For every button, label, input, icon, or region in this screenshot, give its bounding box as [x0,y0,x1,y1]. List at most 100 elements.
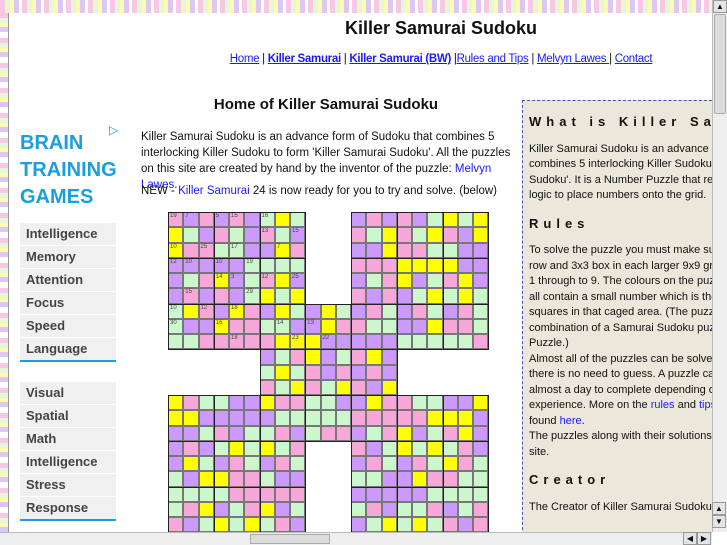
puzzle-cell[interactable] [442,257,458,274]
puzzle-cell[interactable] [457,212,474,228]
puzzle-cell[interactable] [213,334,230,350]
puzzle-cell[interactable] [213,303,230,319]
puzzle-cell[interactable] [290,440,306,457]
puzzle-cell[interactable] [274,364,291,380]
puzzle-cell[interactable] [396,410,413,426]
puzzle-cell[interactable]: 7 [183,212,199,228]
puzzle-cell[interactable] [320,303,336,319]
puzzle-cell[interactable] [366,501,382,518]
panel-scroll-up-icon[interactable]: ▲ [712,502,726,515]
puzzle-cell[interactable] [229,410,245,426]
puzzle-cell[interactable] [457,242,474,258]
puzzle-cell[interactable] [366,471,382,487]
puzzle-cell[interactable] [412,456,428,472]
puzzle-cell[interactable] [351,379,367,396]
puzzle-cell[interactable] [457,456,474,472]
puzzle-cell[interactable] [274,517,291,532]
puzzle-cell[interactable] [305,364,321,380]
puzzle-cell[interactable] [351,517,367,532]
killer-samurai-link[interactable]: Killer Samurai [178,185,250,197]
puzzle-cell[interactable]: 16 [259,212,275,228]
puzzle-cell[interactable] [381,501,397,518]
puzzle-cell[interactable] [274,425,291,441]
puzzle-cell[interactable] [335,364,352,380]
puzzle-cell[interactable] [213,425,230,441]
puzzle-cell[interactable] [168,395,184,411]
puzzle-cell[interactable] [442,440,458,457]
puzzle-cell[interactable] [183,334,199,350]
puzzle-cell[interactable] [442,288,458,304]
puzzle-cell[interactable] [244,486,260,502]
puzzle-cell[interactable] [290,425,306,441]
puzzle-cell[interactable] [366,212,382,228]
puzzle-cell[interactable] [366,242,382,258]
puzzle-cell[interactable] [320,410,336,426]
puzzle-cell[interactable] [381,288,397,304]
puzzle-cell[interactable] [351,486,367,502]
here-link[interactable]: here [560,415,582,427]
puzzle-cell[interactable] [412,486,428,502]
puzzle-cell[interactable] [396,318,413,335]
menu-item-math[interactable]: Math [20,428,116,450]
puzzle-cell[interactable] [473,334,489,350]
puzzle-cell[interactable] [351,501,367,518]
puzzle-cell[interactable] [457,471,474,487]
puzzle-cell[interactable] [305,410,321,426]
menu-item-visual[interactable]: Visual [20,382,116,404]
puzzle-cell[interactable] [473,486,489,502]
nav-contact[interactable]: Contact [615,53,653,65]
puzzle-cell[interactable] [213,486,230,502]
puzzle-cell[interactable] [274,273,291,289]
puzzle-cell[interactable] [290,517,306,532]
puzzle-cell[interactable] [274,456,291,472]
tips-link[interactable]: tips [699,399,712,411]
puzzle-cell[interactable]: 14 [274,318,291,335]
puzzle-cell[interactable] [320,318,336,335]
puzzle-cell[interactable] [366,273,382,289]
puzzle-cell[interactable] [183,486,199,502]
scrollbar-thumb[interactable] [714,14,726,114]
puzzle-cell[interactable]: 10 [183,257,199,274]
puzzle-cell[interactable] [396,517,413,532]
puzzle-cell[interactable] [381,349,397,365]
puzzle-cell[interactable] [259,440,275,457]
puzzle-cell[interactable] [274,471,291,487]
puzzle-cell[interactable] [290,257,306,274]
puzzle-cell[interactable] [183,456,199,472]
puzzle-cell[interactable] [351,227,367,243]
puzzle-cell[interactable] [381,334,397,350]
puzzle-cell[interactable] [198,257,214,274]
puzzle-cell[interactable]: 15 [183,288,199,304]
puzzle-cell[interactable] [366,364,382,380]
puzzle-cell[interactable]: 12 [198,303,214,319]
puzzle-cell[interactable]: 18 [229,334,245,350]
puzzle-cell[interactable] [457,486,474,502]
puzzle-cell[interactable] [168,288,184,304]
puzzle-cell[interactable] [290,395,306,411]
puzzle-cell[interactable] [366,379,382,396]
puzzle-cell[interactable] [381,318,397,335]
menu-item-intelligence-2[interactable]: Intelligence [20,451,116,473]
puzzle-cell[interactable] [351,349,367,365]
menu-item-intelligence[interactable]: Intelligence [20,223,116,245]
puzzle-cell[interactable] [381,425,397,441]
puzzle-cell[interactable] [198,517,214,532]
puzzle-cell[interactable] [427,334,443,350]
puzzle-cell[interactable] [442,395,458,411]
puzzle-cell[interactable] [213,517,230,532]
puzzle-cell[interactable] [351,364,367,380]
puzzle-cell[interactable] [473,242,489,258]
puzzle-cell[interactable] [168,486,184,502]
scroll-right-icon[interactable]: ▶ [697,532,711,545]
puzzle-cell[interactable] [412,212,428,228]
puzzle-cell[interactable] [442,212,458,228]
puzzle-cell[interactable] [351,334,367,350]
brain-training-logo[interactable]: BRAIN TRAINING GAMES [20,130,117,211]
puzzle-cell[interactable] [229,257,245,274]
puzzle-cell[interactable] [366,517,382,532]
puzzle-cell[interactable] [427,410,443,426]
puzzle-cell[interactable] [457,334,474,350]
puzzle-cell[interactable] [366,288,382,304]
puzzle-cell[interactable] [259,303,275,319]
puzzle-cell[interactable]: 29 [244,288,260,304]
